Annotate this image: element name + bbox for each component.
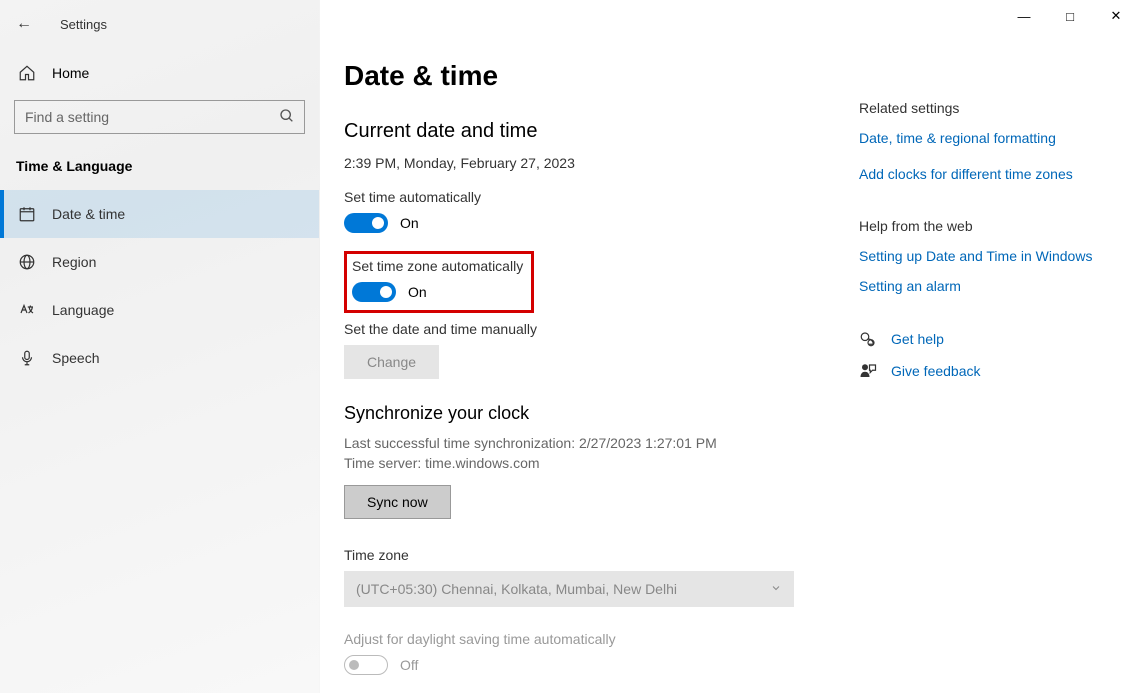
search-wrap [14,100,305,134]
sync-info: Last successful time synchronization: 2/… [344,434,859,473]
language-icon [18,301,36,319]
link-add-clocks[interactable]: Add clocks for different time zones [859,166,1119,182]
main: — □ ✕ Date & time Current date and time … [320,0,1139,693]
sync-last: Last successful time synchronization: 2/… [344,434,859,454]
sidebar-item-region[interactable]: Region [0,238,319,286]
sidebar-item-label: Speech [52,350,99,366]
set-time-auto-label: Set time automatically [344,189,859,205]
set-time-auto-toggle-row: On [344,213,859,233]
help-web-heading: Help from the web [859,218,1119,234]
sidebar-item-label: Language [52,302,114,318]
sidebar-home[interactable]: Home [0,54,319,92]
set-tz-auto-state: On [408,284,427,300]
set-tz-auto-toggle[interactable] [352,282,396,302]
set-tz-auto-toggle-row: On [352,282,523,302]
link-setup-datetime[interactable]: Setting up Date and Time in Windows [859,248,1119,264]
sidebar-header: ← Settings [0,0,319,48]
timezone-value: (UTC+05:30) Chennai, Kolkata, Mumbai, Ne… [356,581,677,597]
feedback-row[interactable]: Give feedback [859,362,1119,380]
highlight-annotation: Set time zone automatically On [344,251,534,313]
sync-heading: Synchronize your clock [344,403,859,424]
current-datetime-value: 2:39 PM, Monday, February 27, 2023 [344,155,859,171]
related-heading: Related settings [859,100,1119,116]
minimize-button[interactable]: — [1001,0,1047,32]
link-date-time-formatting[interactable]: Date, time & regional formatting [859,130,1119,146]
sync-now-button[interactable]: Sync now [344,485,451,519]
globe-icon [18,253,36,271]
get-help-row[interactable]: Get help [859,330,1119,348]
set-time-auto-state: On [400,215,419,231]
help-web-section: Help from the web Setting up Date and Ti… [859,218,1119,294]
home-icon [18,64,36,82]
maximize-button[interactable]: □ [1047,0,1093,32]
link-setting-alarm[interactable]: Setting an alarm [859,278,1119,294]
feedback-link[interactable]: Give feedback [891,363,981,379]
window-controls: — □ ✕ [1001,0,1139,32]
back-icon[interactable]: ← [16,15,32,33]
clock-icon [18,205,36,223]
sidebar-item-speech[interactable]: Speech [0,334,319,382]
content: Date & time Current date and time 2:39 P… [320,0,859,693]
category-title: Time & Language [0,148,319,190]
close-button[interactable]: ✕ [1093,0,1139,32]
app-title: Settings [60,17,107,32]
chevron-down-icon [770,581,782,597]
help-icon [859,330,877,348]
get-help-link[interactable]: Get help [891,331,944,347]
sidebar-item-language[interactable]: Language [0,286,319,334]
timezone-dropdown: (UTC+05:30) Chennai, Kolkata, Mumbai, Ne… [344,571,794,607]
mic-icon [18,349,36,367]
related-section: Related settings Date, time & regional f… [859,100,1119,182]
search-input[interactable] [14,100,305,134]
set-time-auto-toggle[interactable] [344,213,388,233]
dst-state: Off [400,657,418,673]
search-icon [279,108,295,129]
sync-server: Time server: time.windows.com [344,454,859,474]
change-button: Change [344,345,439,379]
manual-label: Set the date and time manually [344,321,859,337]
right-column: Related settings Date, time & regional f… [859,0,1139,693]
dst-label: Adjust for daylight saving time automati… [344,631,859,647]
feedback-icon [859,362,877,380]
sidebar-item-date-time[interactable]: Date & time [0,190,319,238]
sidebar-item-label: Region [52,254,96,270]
sidebar: ← Settings Home Time & Language Date & t… [0,0,320,693]
home-label: Home [52,65,89,81]
dst-toggle-row: Off [344,655,859,675]
dst-toggle [344,655,388,675]
tz-heading: Time zone [344,547,859,563]
current-datetime-heading: Current date and time [344,120,859,143]
page-title: Date & time [344,60,859,92]
sidebar-item-label: Date & time [52,206,125,222]
set-tz-auto-label: Set time zone automatically [352,258,523,274]
